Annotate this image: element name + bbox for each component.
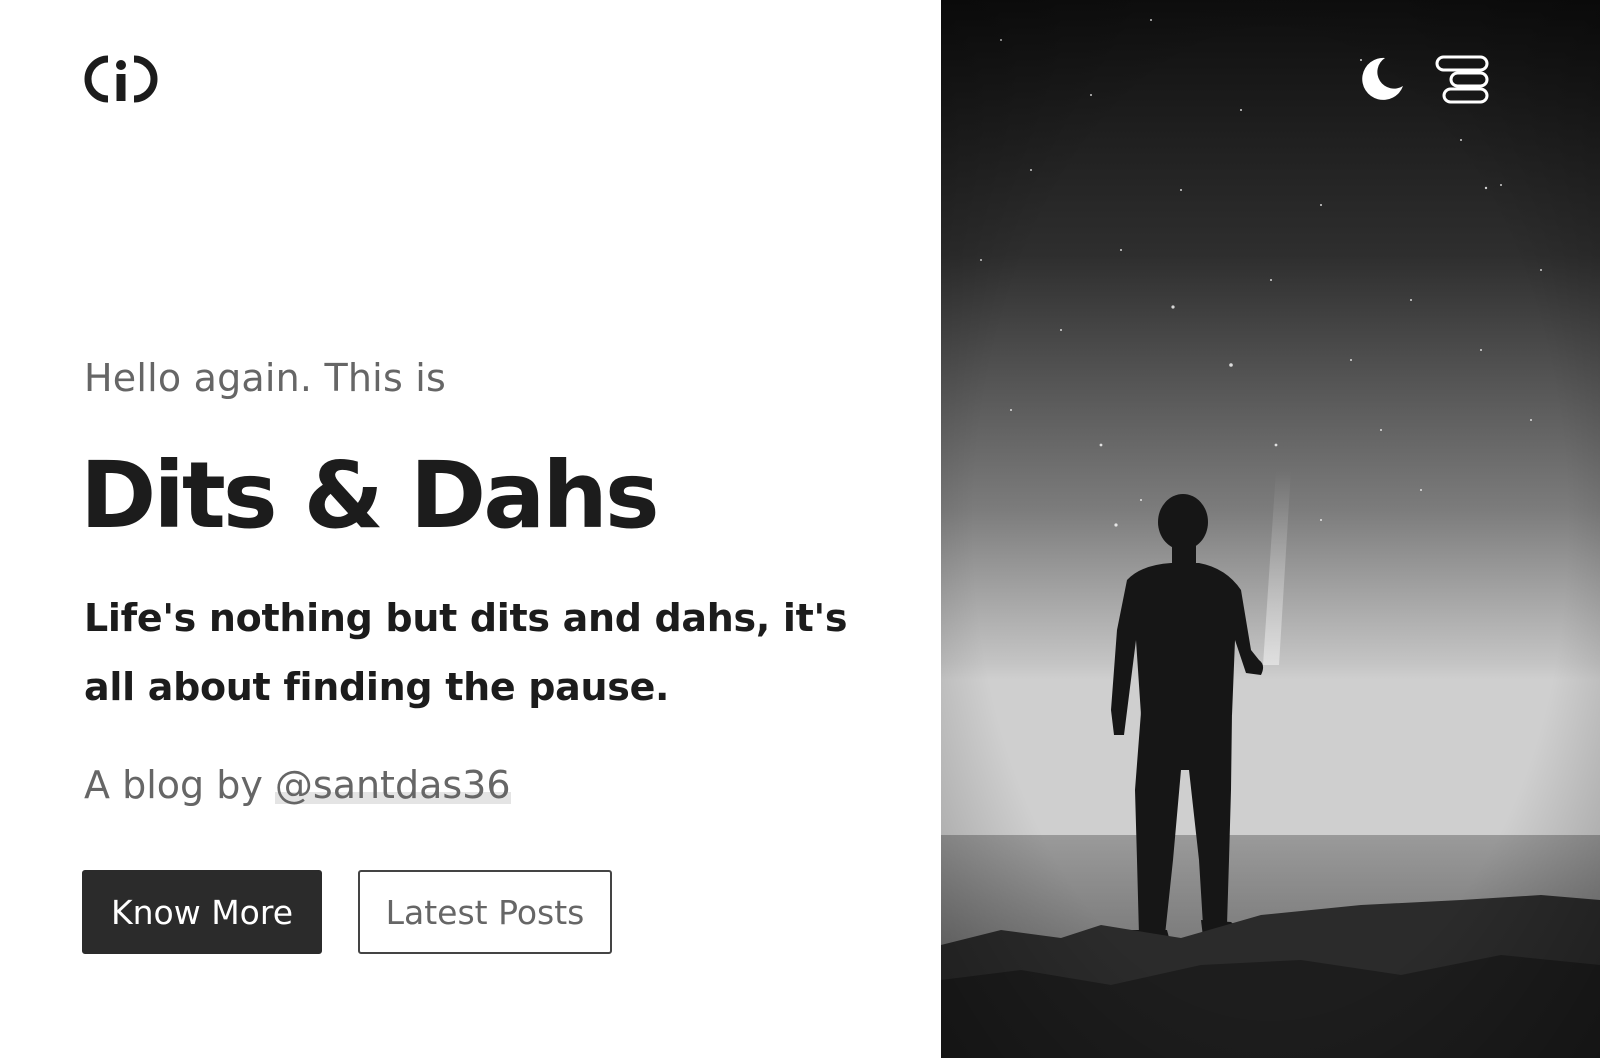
byline: A blog by @santdas36	[84, 763, 511, 807]
night-sky-silhouette-image	[941, 0, 1600, 1058]
theme-toggle-button[interactable]	[1355, 52, 1409, 106]
tagline: Life's nothing but dits and dahs, it's a…	[84, 596, 848, 709]
moon-icon	[1362, 57, 1403, 100]
menu-icon	[1435, 55, 1489, 104]
byline-prefix: A blog by	[84, 763, 275, 807]
hero-image	[941, 0, 1600, 1058]
site-title: Dits & Dahs	[80, 442, 660, 549]
cid-logo-icon[interactable]	[82, 52, 160, 106]
know-more-button[interactable]: Know More	[82, 870, 322, 954]
latest-posts-button[interactable]: Latest Posts	[358, 870, 612, 954]
intro-panel: Hello again. This is Dits & Dahs Life's …	[0, 0, 941, 1058]
menu-button[interactable]	[1432, 52, 1492, 106]
greeting-text: Hello again. This is	[84, 356, 446, 400]
author-handle-link[interactable]: @santdas36	[274, 763, 511, 807]
